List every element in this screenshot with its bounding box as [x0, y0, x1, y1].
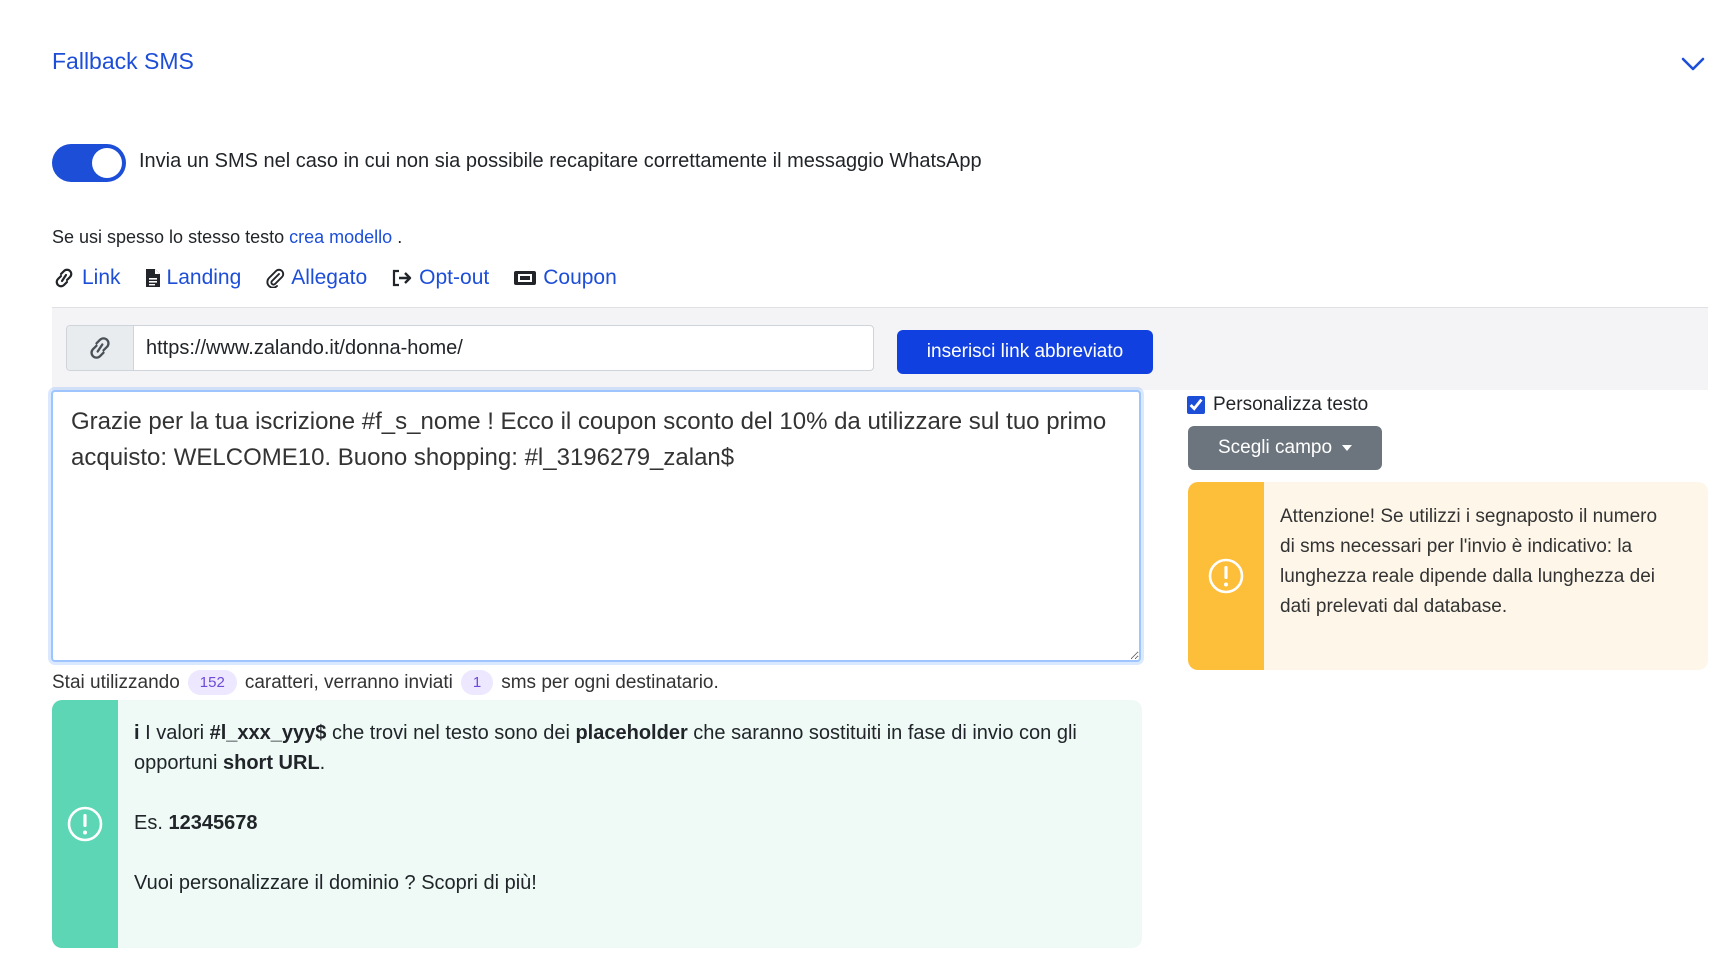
- ticket-icon: [514, 271, 537, 285]
- sms-message-textarea[interactable]: Grazie per la tua iscrizione #f_s_nome !…: [51, 390, 1141, 662]
- file-icon: [145, 269, 160, 287]
- short-url-word: short URL: [223, 752, 320, 774]
- info-stripe: [52, 700, 119, 948]
- example-value: 12345678: [168, 812, 258, 834]
- info-body: i I valori #l_xxx_yyy$ che trovi nel tes…: [118, 700, 1142, 948]
- fallback-sms-toggle[interactable]: [52, 144, 126, 182]
- character-count-badge: 152: [187, 670, 237, 695]
- exclamation-circle-icon: [1208, 558, 1244, 594]
- custom-domain-text[interactable]: Vuoi personalizzare il dominio ? Scopri …: [134, 868, 1124, 898]
- info-text: I valori: [145, 722, 210, 744]
- url-addon: [67, 326, 134, 370]
- toggle-label: Invia un SMS nel caso in cui non sia pos…: [139, 150, 982, 172]
- paperclip-icon: [266, 268, 285, 288]
- warning-text: Attenzione! Se utilizzi i segnaposto il …: [1280, 506, 1658, 617]
- warning-box: Attenzione! Se utilizzi i segnaposto il …: [1188, 482, 1708, 670]
- counter-suffix: sms per ogni destinatario.: [501, 671, 719, 693]
- placeholder-example: #l_xxx_yyy$: [209, 722, 327, 744]
- tool-optout-label: Opt-out: [419, 266, 490, 289]
- tool-allegato[interactable]: Allegato: [265, 266, 367, 290]
- info-text: che trovi nel testo sono dei: [326, 722, 576, 744]
- counter-middle: caratteri, verranno inviati: [244, 671, 453, 693]
- counter-prefix: Stai utilizzando: [52, 671, 180, 693]
- choose-field-label: Scegli campo: [1217, 437, 1333, 458]
- tool-allegato-label: Allegato: [291, 266, 368, 289]
- sms-count-badge: 1: [460, 670, 494, 695]
- personalize-text-label: Personalizza testo: [1213, 394, 1369, 415]
- url-input-group: [66, 325, 874, 371]
- placeholder-word: placeholder: [575, 722, 688, 744]
- caret-down-icon: [1342, 445, 1353, 451]
- tool-coupon-label: Coupon: [543, 266, 617, 289]
- insert-toolbar: Link Landing Allegato Opt-out Coupon: [52, 266, 617, 290]
- section-title[interactable]: Fallback SMS: [52, 48, 194, 75]
- personalize-text-checkbox[interactable]: [1187, 396, 1205, 414]
- info-text: .: [319, 752, 326, 774]
- url-input[interactable]: [134, 326, 873, 370]
- chevron-down-icon[interactable]: [1680, 56, 1706, 72]
- info-example: Es. 12345678: [134, 808, 1124, 838]
- link-icon: [90, 337, 110, 359]
- template-hint-suffix: .: [392, 227, 403, 247]
- link-icon: [55, 268, 73, 288]
- tool-coupon[interactable]: Coupon: [513, 266, 617, 290]
- insert-short-link-button[interactable]: inserisci link abbreviato: [897, 330, 1153, 374]
- example-prefix: Es.: [134, 812, 169, 834]
- placeholder-info-box: i I valori #l_xxx_yyy$ che trovi nel tes…: [52, 700, 1142, 948]
- template-hint: Se usi spesso lo stesso testo crea model…: [52, 227, 402, 248]
- create-template-link[interactable]: crea modello: [289, 227, 392, 247]
- personalize-text-row[interactable]: Personalizza testo: [1187, 394, 1368, 416]
- tool-link-label: Link: [82, 266, 121, 289]
- tool-optout[interactable]: Opt-out: [391, 266, 489, 290]
- sign-out-icon: [393, 269, 412, 287]
- tool-landing-label: Landing: [166, 266, 242, 289]
- toggle-knob: [92, 148, 122, 178]
- info-paragraph: i I valori #l_xxx_yyy$ che trovi nel tes…: [134, 718, 1124, 778]
- template-hint-text: Se usi spesso lo stesso testo: [52, 227, 285, 247]
- character-counter: Stai utilizzando 152 caratteri, verranno…: [52, 670, 719, 695]
- info-icon: i: [134, 722, 140, 744]
- tool-landing[interactable]: Landing: [145, 266, 242, 290]
- exclamation-circle-icon: [67, 806, 103, 842]
- tool-link[interactable]: Link: [52, 266, 121, 290]
- warning-stripe: [1188, 482, 1264, 670]
- choose-field-dropdown[interactable]: Scegli campo: [1188, 426, 1382, 470]
